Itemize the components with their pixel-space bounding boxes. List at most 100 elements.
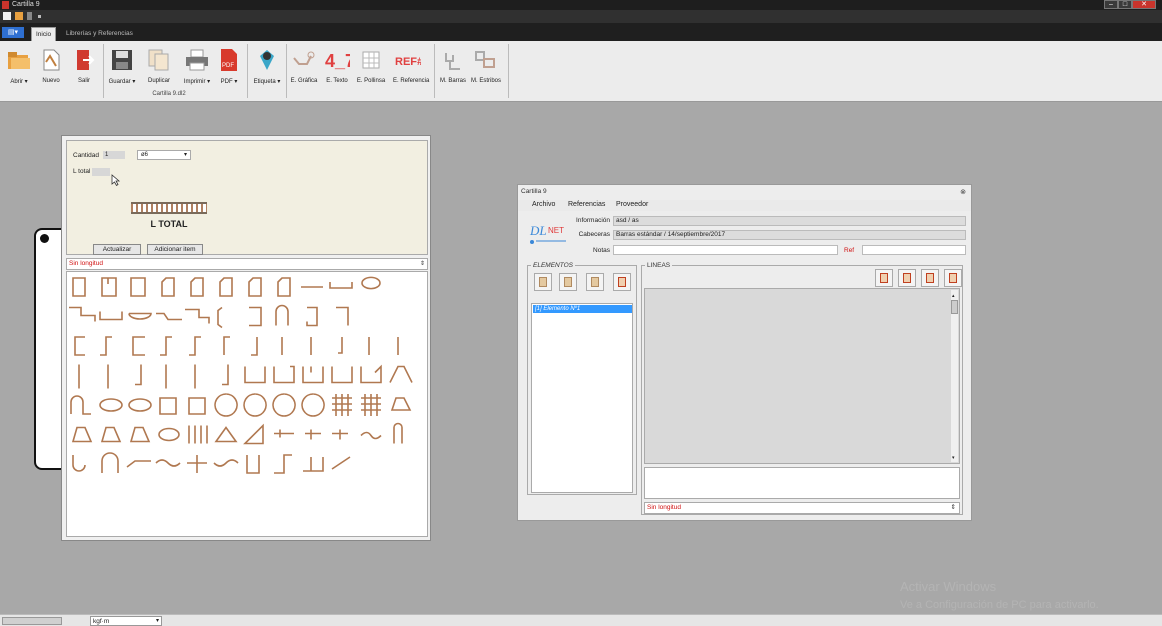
menu-referencias[interactable]: Referencias [568,201,605,208]
window-close-icon[interactable]: ⊗ [960,188,966,196]
rebar-shape-1-6[interactable] [249,306,262,327]
etiqueta-button[interactable]: Etiqueta ▾ [252,45,282,89]
element-delete-button[interactable] [613,273,631,291]
rebar-shape-1-8[interactable] [306,306,318,327]
rebar-shape-4-11[interactable] [390,397,412,411]
menu-archivo[interactable]: Archivo [532,201,555,208]
duplicar-button[interactable]: Duplicar [144,45,174,89]
rebar-shape-6-6[interactable] [246,455,260,474]
rebar-shape-5-4[interactable] [188,425,208,444]
element-copy-button[interactable] [559,273,577,291]
rebar-shape-0-7[interactable] [277,277,291,297]
open-icon[interactable] [15,12,23,20]
rebar-shape-1-3[interactable] [156,312,182,321]
rebar-shape-5-3[interactable] [158,427,180,442]
informacion-field[interactable]: asd / as [613,216,966,226]
rebar-shape-4-6[interactable] [243,393,267,417]
rebar-shape-6-9[interactable] [331,456,351,470]
close-button[interactable]: ✕ [1132,0,1156,9]
cantidad-input[interactable]: 1 [103,151,125,159]
rebar-shape-6-3[interactable] [155,459,181,467]
linea-edit-button[interactable] [921,269,939,287]
scroll-down-icon[interactable]: ▾ [952,455,955,461]
rebar-shape-4-4[interactable] [188,397,206,415]
salir-button[interactable]: Salir [69,45,99,89]
rebar-shape-4-9[interactable] [332,394,352,416]
imprimir-button[interactable]: Imprimir ▾ [182,45,212,89]
rebar-shape-3-10[interactable] [360,364,382,384]
list-item[interactable]: [1] Elemento Nº1 [533,305,632,313]
rebar-shape-5-2[interactable] [129,426,151,443]
rebar-shape-6-5[interactable] [213,459,239,467]
adicionar-item-button[interactable]: Adicionar item [147,244,203,255]
rebar-shape-4-3[interactable] [159,397,177,415]
units-select[interactable]: kgf·m ▾ [90,616,162,626]
scroll-up-icon[interactable]: ▴ [952,293,955,299]
rebar-shape-5-10[interactable] [360,431,382,440]
rebar-shape-0-9[interactable] [329,282,353,289]
diameter-select[interactable]: ø6 ▾ [137,150,191,160]
rebar-shape-2-2[interactable] [132,336,145,356]
tab-librerias[interactable]: Librerías y Referencias [62,27,137,41]
spinner-icon[interactable]: ⇕ [420,259,425,269]
new-doc-icon[interactable] [3,12,11,20]
rebar-shape-4-7[interactable] [272,393,296,417]
rebar-shape-1-9[interactable] [336,306,349,326]
rebar-shape-0-5[interactable] [219,277,233,297]
rebar-shape-1-4[interactable] [185,308,210,324]
cabeceras-field[interactable]: Barras estándar / 14/septiembre/2017 [613,230,966,240]
rebar-shape-0-10[interactable] [361,276,381,290]
rebar-shape-3-11[interactable] [389,365,413,383]
rebar-shape-5-0[interactable] [71,426,93,443]
rebar-shape-1-0[interactable] [69,306,96,322]
rebar-shape-4-8[interactable] [301,393,325,417]
rebar-shape-0-2[interactable] [130,277,146,297]
rebar-shape-5-5[interactable] [214,426,238,443]
m-barras-button[interactable]: M. Barras [438,45,468,89]
rebar-shape-0-3[interactable] [161,277,175,297]
vertical-scrollbar[interactable]: ▴ ▾ [951,290,958,462]
rebar-shape-6-0[interactable] [72,455,86,472]
qat-more-icon[interactable] [38,15,41,18]
rebar-shape-4-2[interactable] [128,398,152,412]
rebar-shape-3-9[interactable] [331,366,353,384]
rebar-shape-4-10[interactable] [361,394,381,416]
rebar-shape-2-4[interactable] [189,336,201,356]
linea-add-button[interactable] [875,269,893,287]
guardar-button[interactable]: Guardar ▾ [107,45,137,89]
actualizar-button[interactable]: Actualizar [93,244,141,255]
rebar-shape-0-4[interactable] [190,277,204,297]
qat-dropdown-icon[interactable] [27,12,32,20]
rebar-shape-5-6[interactable] [243,423,264,445]
app-menu-button[interactable]: ▤▾ [2,27,24,38]
rebar-shape-6-7[interactable] [274,454,292,474]
rebar-shape-5-7[interactable] [274,429,294,438]
linea-delete-button[interactable] [944,269,962,287]
nuevo-button[interactable]: Nuevo [36,45,66,89]
rebar-shape-0-6[interactable] [248,277,262,297]
rebar-shape-2-1[interactable] [100,336,112,356]
spinner-icon[interactable]: ⇕ [951,503,956,513]
lineas-length-filter[interactable]: Sin longitud ⇕ [644,502,960,514]
document-tab-flap[interactable] [34,228,64,470]
e-referencia-button[interactable]: REF# E. Referencia [393,45,429,89]
rebar-shape-5-9[interactable] [332,429,348,440]
rebar-shape-0-0[interactable] [72,277,86,297]
rebar-shape-2-3[interactable] [160,336,172,356]
length-filter-select[interactable]: Sin longitud ⇕ [66,258,428,270]
scroll-thumb[interactable] [951,300,958,314]
element-add-button[interactable] [534,273,552,291]
rebar-shape-5-1[interactable] [100,426,122,443]
rebar-shape-5-8[interactable] [305,429,321,440]
rebar-shape-3-8[interactable] [302,366,324,384]
menu-proveedor[interactable]: Proveedor [616,201,648,208]
rebar-shape-3-7[interactable] [273,365,295,384]
rebar-shape-0-1[interactable] [101,277,117,297]
rebar-shape-2-0[interactable] [74,336,85,356]
rebar-shape-1-1[interactable] [99,311,123,321]
ref-input[interactable] [862,245,966,255]
rebar-shape-4-0[interactable] [70,395,91,415]
maximize-button[interactable]: □ [1118,0,1132,9]
element-duplicate-button[interactable] [586,273,604,291]
minimize-button[interactable]: – [1104,0,1118,9]
